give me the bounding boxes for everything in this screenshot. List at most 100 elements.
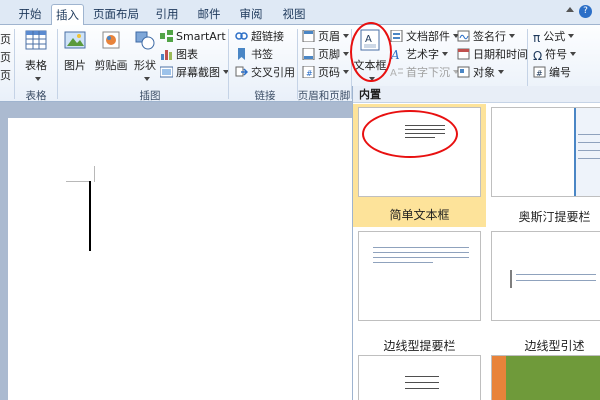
table-button-label: 表格 (25, 59, 47, 72)
screenshot-icon (160, 66, 173, 78)
page-number-label: 页码 (318, 66, 340, 79)
shapes-button-label: 形状 (134, 59, 156, 72)
group-label-table: 表格 (25, 90, 47, 102)
signature-button[interactable]: 签名行 (457, 28, 515, 45)
signature-icon (457, 30, 470, 42)
group-label-illustrations: 插图 (139, 90, 161, 102)
tab-page-layout[interactable]: 页面布局 (88, 4, 144, 25)
picture-button[interactable]: 图片 (61, 29, 89, 73)
page-number-button[interactable]: # 页码 (302, 64, 349, 81)
hyperlink-icon (235, 32, 248, 40)
gallery-item-label: 边线型引述 (524, 339, 585, 353)
svg-text:#: # (306, 69, 313, 78)
gallery-item-partial-2[interactable] (491, 355, 600, 400)
tab-insert[interactable]: 插入 (51, 4, 84, 26)
group-separator (228, 29, 229, 99)
bookmark-button[interactable]: 书签 (235, 46, 273, 63)
shapes-button[interactable]: 形状 (131, 29, 159, 86)
smartart-button[interactable]: SmartArt (160, 28, 226, 45)
chart-label: 图表 (176, 48, 198, 61)
thumb-text-line (578, 142, 600, 143)
hyperlink-label: 超链接 (251, 30, 284, 43)
clipart-icon (102, 31, 120, 49)
gallery-item-austin-sidebar[interactable]: 奥斯汀提要栏 (488, 104, 600, 227)
tab-view[interactable]: 视图 (274, 4, 314, 25)
header-button[interactable]: 页眉 (302, 28, 349, 45)
tab-references[interactable]: 引用 (148, 4, 186, 25)
object-icon (457, 66, 470, 78)
wordart-button[interactable]: A 艺术字 (390, 46, 448, 63)
number-icon: # (533, 66, 546, 78)
equation-button[interactable]: π 公式 (533, 28, 575, 45)
pi-icon: π (533, 31, 541, 45)
table-button[interactable]: 表格 (20, 29, 52, 86)
quickparts-icon (390, 30, 403, 42)
dropcap-button: A 首字下沉 (390, 64, 459, 81)
partial-page-item-1[interactable]: 页 (0, 31, 11, 48)
number-button[interactable]: # 编号 (533, 64, 571, 81)
group-separator (14, 29, 15, 99)
quickparts-button[interactable]: 文档部件 (390, 28, 459, 45)
chevron-down-icon (568, 34, 575, 38)
thumb-text-line (373, 262, 433, 263)
thumb-green-panel (506, 356, 600, 400)
thumb-text-line (516, 280, 596, 281)
svg-text:A: A (390, 68, 397, 78)
footer-button[interactable]: 页脚 (302, 46, 349, 63)
document-page[interactable] (8, 118, 352, 400)
clipart-button[interactable]: 剪贴画 (91, 29, 131, 73)
chevron-down-icon (343, 70, 349, 74)
thumbnail-line-quote (491, 231, 600, 321)
help-icon[interactable]: ? (579, 5, 592, 18)
datetime-button[interactable]: 日期和时间 (457, 46, 528, 63)
picture-button-label: 图片 (64, 59, 86, 72)
document-area (0, 102, 352, 400)
screenshot-button[interactable]: 屏幕截图 (160, 64, 229, 81)
number-label: 编号 (549, 66, 571, 79)
quickparts-label: 文档部件 (406, 30, 450, 43)
thumb-quote-bar (510, 270, 512, 288)
thumb-text-line (516, 274, 596, 275)
file-tab-edge[interactable] (0, 4, 8, 25)
thumb-text-line (578, 134, 600, 135)
thumbnail-austin-sidebar (491, 107, 600, 197)
thumb-text-line (373, 257, 469, 258)
gallery-item-line-sidebar[interactable]: 边线型提要栏 (353, 228, 486, 353)
hyperlink-button[interactable]: 超链接 (235, 28, 284, 45)
calendar-icon (457, 48, 470, 60)
thumb-text-line (373, 247, 469, 248)
group-separator (57, 29, 58, 99)
screenshot-label: 屏幕截图 (176, 66, 220, 79)
symbol-label: 符号 (545, 48, 568, 61)
omega-icon: Ω (533, 49, 543, 63)
shapes-icon (135, 31, 155, 50)
annotation-circle-textbox (350, 22, 392, 82)
ribbon-tab-bar: 开始 插入 页面布局 引用 邮件 审阅 视图 ? (0, 0, 600, 26)
symbol-button[interactable]: Ω 符号 (533, 46, 577, 63)
thumb-text-line (373, 252, 469, 253)
chevron-down-icon (143, 77, 150, 81)
signature-label: 签名行 (473, 30, 506, 43)
thumb-text-line (405, 388, 439, 389)
equation-label: 公式 (543, 30, 566, 43)
partial-page-item-3[interactable]: 页 (0, 67, 11, 84)
header-label: 页眉 (318, 30, 340, 43)
wordart-label: 艺术字 (406, 48, 439, 61)
chevron-down-icon (570, 52, 577, 56)
crossref-button[interactable]: 交叉引用 (235, 64, 295, 81)
gallery-header: 内置 (353, 86, 600, 103)
object-button[interactable]: 对象 (457, 64, 504, 81)
crossref-icon (235, 66, 248, 77)
partial-page-item-2[interactable]: 页 (0, 49, 11, 66)
tab-review[interactable]: 审阅 (232, 4, 270, 25)
chevron-down-icon (34, 77, 41, 81)
gallery-item-partial-1[interactable] (358, 355, 481, 400)
thumb-text-line (405, 382, 439, 383)
chart-button[interactable]: 图表 (160, 46, 198, 63)
margin-corner-mark (66, 181, 89, 182)
minimize-ribbon-icon[interactable] (566, 7, 574, 12)
page-number-icon: # (302, 66, 315, 78)
tab-home[interactable]: 开始 (10, 4, 50, 25)
gallery-item-line-quote[interactable]: 边线型引述 (488, 228, 600, 353)
tab-mailings[interactable]: 邮件 (190, 4, 228, 25)
